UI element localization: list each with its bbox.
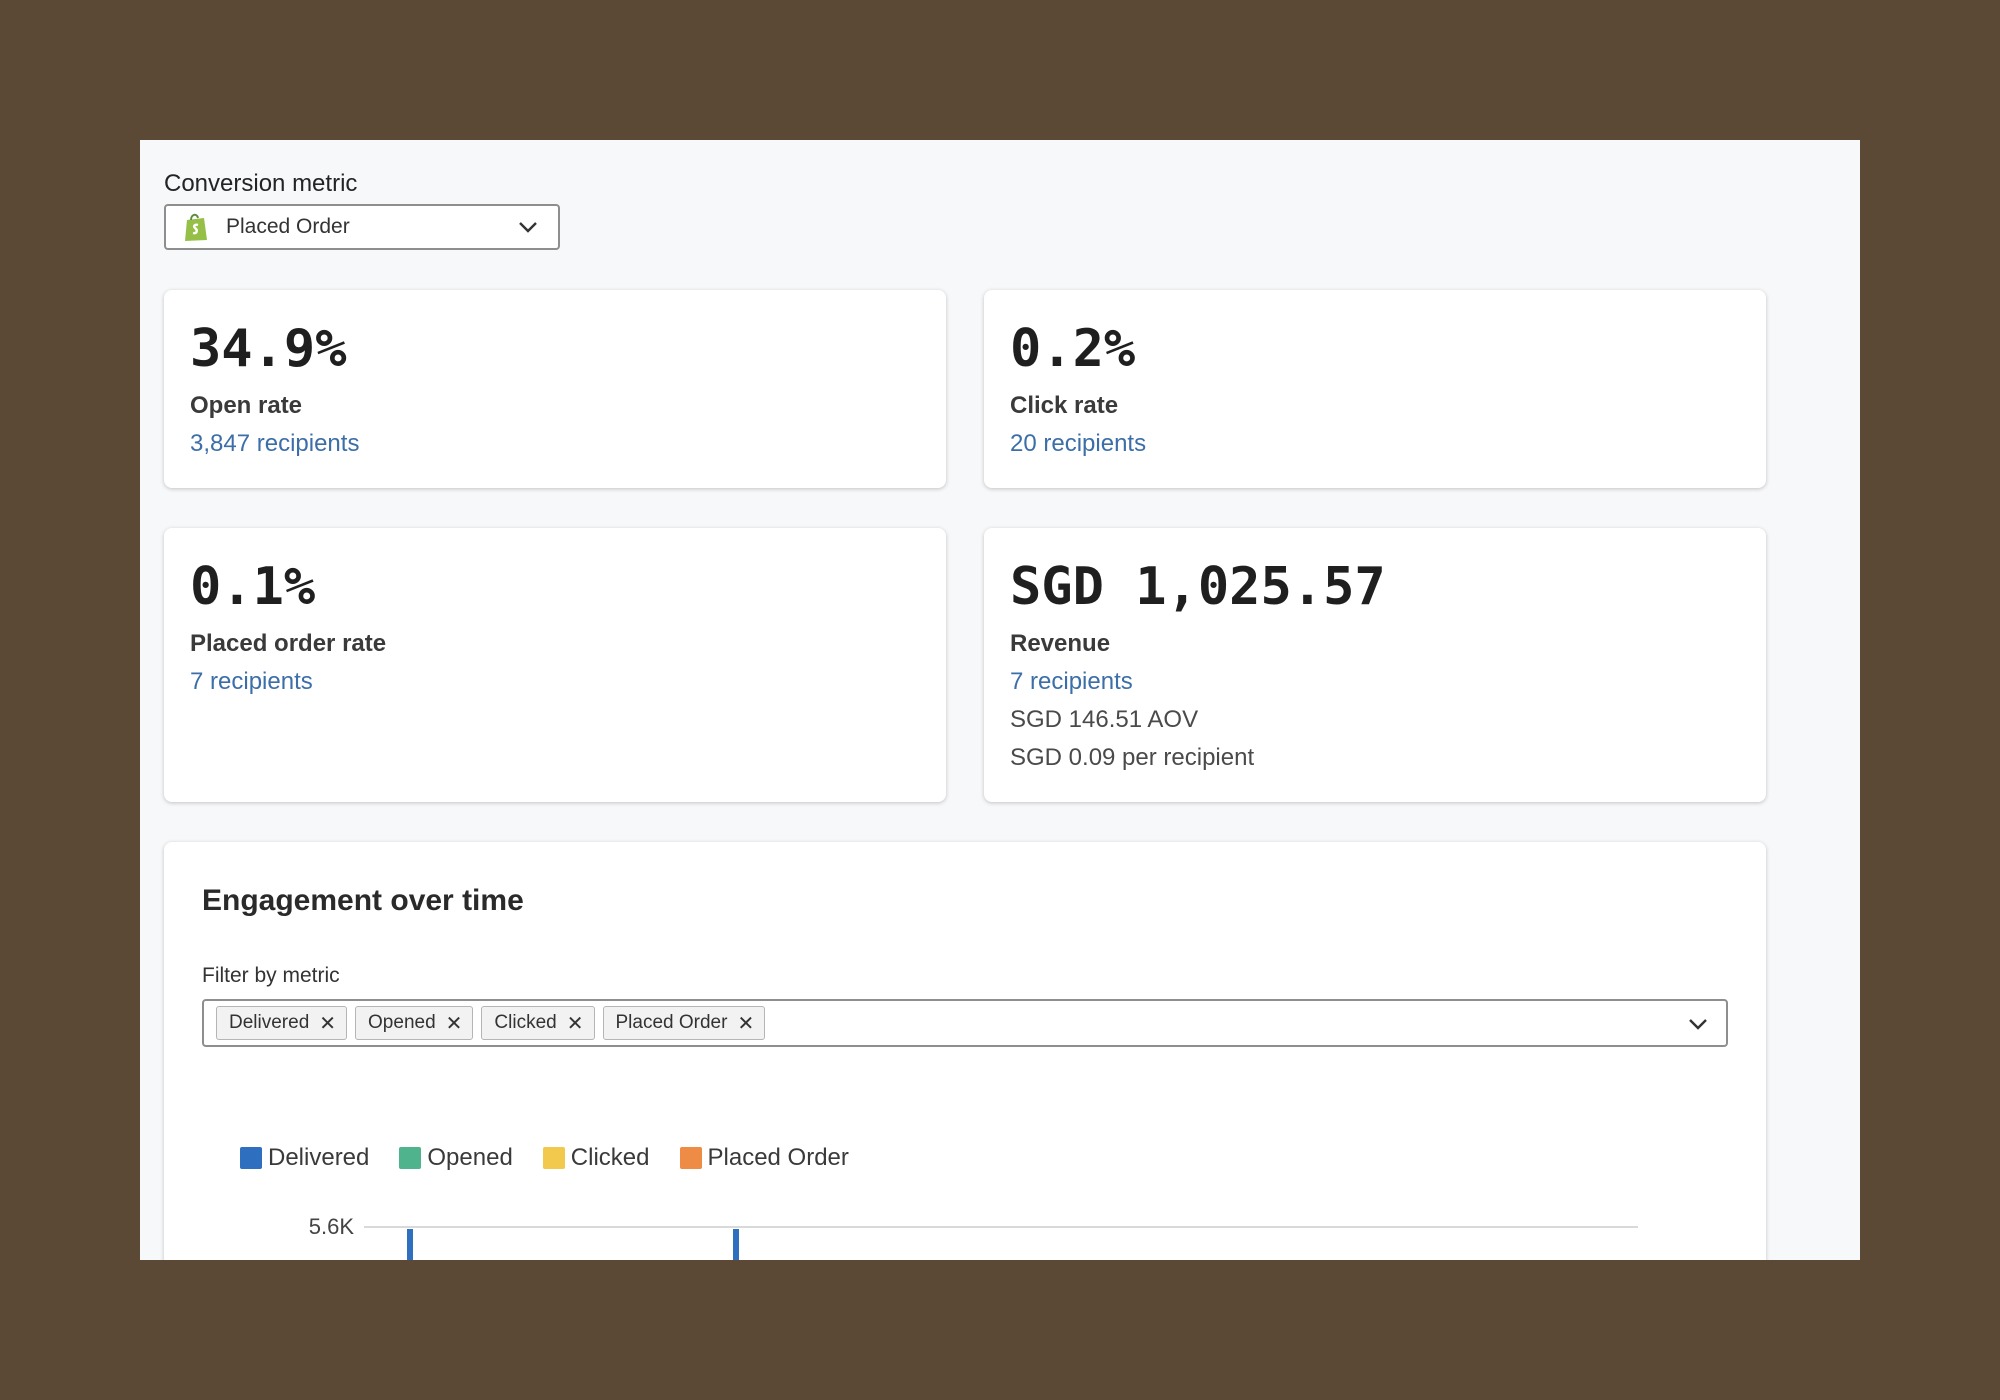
placed-order-recipients-link[interactable]: 7 recipients <box>190 668 920 696</box>
chip-label: Opened <box>368 1012 436 1033</box>
legend-label: Clicked <box>570 1144 650 1171</box>
chip-label: Clicked <box>494 1012 557 1033</box>
click-rate-card: 0.2% Click rate 20 recipients <box>984 290 1766 488</box>
conversion-metric-select[interactable]: Placed Order <box>164 204 560 250</box>
legend-item-delivered[interactable]: Delivered <box>240 1144 369 1172</box>
engagement-over-time-card: Engagement over time Filter by metric De… <box>164 842 1766 1260</box>
revenue-aov: SGD 146.51 AOV <box>1010 706 1199 733</box>
legend-label: Opened <box>427 1144 513 1171</box>
legend-item-placed-order[interactable]: Placed Order <box>679 1144 849 1172</box>
legend-swatch <box>542 1147 565 1169</box>
chip-label: Placed Order <box>615 1012 728 1033</box>
legend-label: Delivered <box>268 1144 370 1171</box>
chevron-down-icon <box>519 222 537 233</box>
filter-by-metric-select[interactable]: Delivered ✕ Opened ✕ Clicked ✕ Placed Or… <box>202 999 1728 1047</box>
close-icon[interactable]: ✕ <box>319 1011 336 1036</box>
click-rate-title: Click rate <box>1010 392 1119 419</box>
engagement-title: Engagement over time <box>202 884 524 917</box>
click-rate-value: 0.2% <box>1010 319 1136 379</box>
shopify-bag-icon <box>185 213 207 241</box>
campaign-report-window: Conversion metric Placed Order 34.9% Ope… <box>140 140 1860 1260</box>
open-rate-title: Open rate <box>190 392 303 419</box>
revenue-recipients-link[interactable]: 7 recipients <box>1010 668 1740 696</box>
bar-delivered[interactable] <box>407 1229 413 1260</box>
legend-item-clicked[interactable]: Clicked <box>542 1144 650 1172</box>
chip-delivered: Delivered ✕ <box>216 1006 348 1040</box>
chip-opened: Opened ✕ <box>355 1006 474 1040</box>
chip-placed-order: Placed Order ✕ <box>602 1006 766 1040</box>
revenue-per-recipient: SGD 0.09 per recipient <box>1010 744 1255 771</box>
chart-legend: Delivered Opened Clicked Placed Order <box>240 1144 879 1172</box>
legend-label: Placed Order <box>707 1144 849 1171</box>
legend-item-opened[interactable]: Opened <box>399 1144 513 1172</box>
legend-swatch <box>240 1147 262 1169</box>
chevron-down-icon[interactable] <box>1686 1012 1710 1036</box>
revenue-card: SGD 1,025.57 Revenue 7 recipients SGD 14… <box>984 528 1766 802</box>
open-rate-card: 34.9% Open rate 3,847 recipients <box>164 290 946 488</box>
close-icon[interactable]: ✕ <box>737 1011 754 1036</box>
open-rate-value: 34.9% <box>190 319 347 379</box>
engagement-chart: 5.6K <box>309 1214 1638 1260</box>
placed-order-rate-title: Placed order rate <box>190 630 387 657</box>
close-icon[interactable]: ✕ <box>446 1011 463 1036</box>
y-tick-label: 5.6K <box>309 1214 355 1239</box>
chip-label: Delivered <box>229 1012 310 1033</box>
legend-swatch <box>399 1147 422 1169</box>
conversion-metric-value: Placed Order <box>226 215 350 238</box>
filter-by-metric-label: Filter by metric <box>202 964 340 987</box>
bar-delivered[interactable] <box>733 1229 739 1260</box>
placed-order-rate-value: 0.1% <box>190 557 316 617</box>
revenue-value: SGD 1,025.57 <box>1010 557 1386 617</box>
chip-clicked: Clicked ✕ <box>481 1006 595 1040</box>
placed-order-rate-card: 0.1% Placed order rate 7 recipients <box>164 528 946 802</box>
open-rate-recipients-link[interactable]: 3,847 recipients <box>190 430 920 458</box>
close-icon[interactable]: ✕ <box>567 1011 584 1036</box>
conversion-metric-label: Conversion metric <box>164 170 358 197</box>
click-rate-recipients-link[interactable]: 20 recipients <box>1010 430 1740 458</box>
revenue-title: Revenue <box>1010 630 1111 657</box>
legend-swatch <box>679 1147 702 1169</box>
